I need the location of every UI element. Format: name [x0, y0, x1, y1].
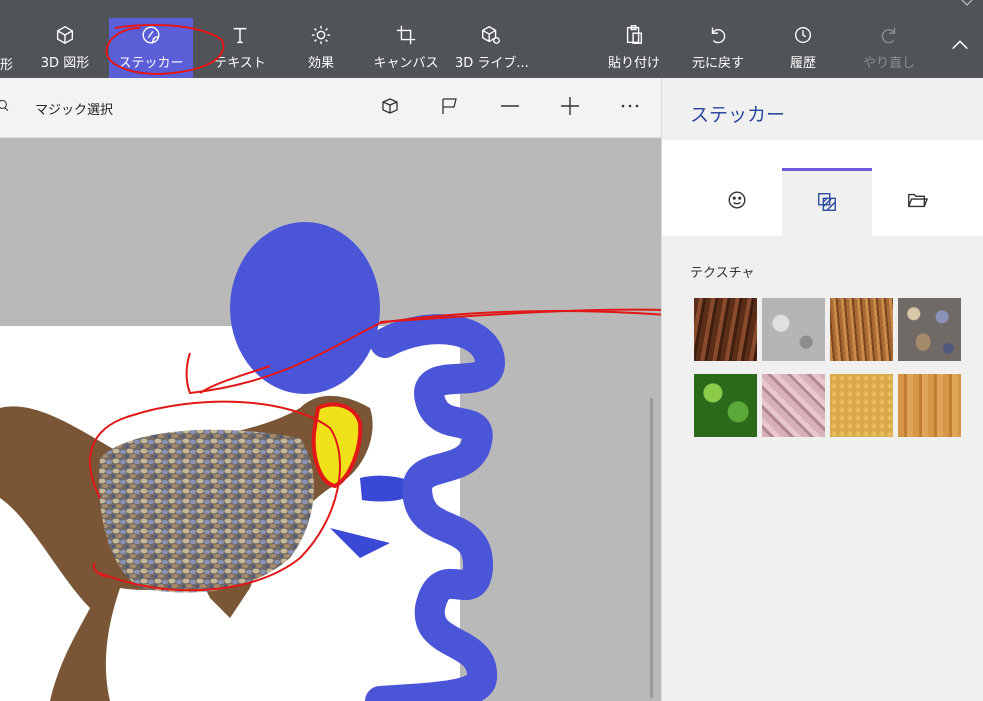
redo-button[interactable]: やり直し [858, 18, 920, 78]
stickers-panel: ステッカー テクスチャ [661, 78, 983, 701]
undo-button[interactable]: 元に戻す [685, 18, 751, 78]
plus-icon [560, 96, 580, 120]
texture-pebbles[interactable] [898, 298, 961, 361]
secondary-toolbar: マジック選択 [0, 78, 661, 138]
texture-bark[interactable] [694, 298, 757, 361]
drawing-canvas[interactable] [0, 138, 661, 701]
view-3d-icon [380, 96, 400, 120]
minus-icon [500, 96, 520, 120]
history-icon [775, 24, 831, 50]
sticker-icon [109, 24, 193, 50]
paste-label: 貼り付け [607, 56, 660, 71]
magic-select-label: マジック選択 [35, 102, 114, 118]
chevron-up-icon [942, 34, 978, 60]
undo-label: 元に戻す [691, 56, 744, 71]
canvas-scrollbar[interactable] [650, 398, 653, 698]
tab-textures[interactable] [782, 168, 872, 236]
view-3d-button[interactable] [380, 78, 400, 138]
magic-select-icon [0, 96, 16, 120]
library-icon [455, 24, 527, 50]
cube-icon [30, 24, 100, 50]
library-3d-label: 3D ライブ... [455, 56, 529, 71]
library-3d-button[interactable]: 3D ライブ... [455, 18, 529, 78]
texture-marble[interactable] [762, 374, 825, 437]
clipboard-icon [603, 24, 665, 50]
paste-button[interactable]: 貼り付け [603, 18, 665, 78]
history-button[interactable]: 履歴 [775, 18, 831, 78]
shapes-3d-label: 3D 図形 [40, 56, 90, 71]
folder-icon [906, 189, 929, 215]
sticker-tabs [662, 140, 983, 236]
flag-icon [440, 96, 460, 120]
crop-icon [372, 24, 440, 50]
shapes-3d-button[interactable]: 3D 図形 [30, 18, 100, 78]
blue-ellipse-shape[interactable] [230, 222, 380, 394]
collapse-toolbar-button[interactable] [942, 32, 978, 62]
canvas-scene [0, 222, 661, 701]
sun-icon [288, 24, 354, 50]
stickers-label: ステッカー [118, 56, 184, 71]
textures-section-label: テクスチャ [690, 266, 755, 281]
texture-hair[interactable] [830, 298, 893, 361]
more-icon [620, 96, 640, 120]
more-options-button[interactable] [620, 78, 640, 138]
close-window-icon[interactable] [961, 0, 973, 8]
texture-sand[interactable] [830, 374, 893, 437]
texture-wood[interactable] [898, 374, 961, 437]
magic-select-button[interactable]: マジック選択 [0, 78, 113, 138]
redo-label: やり直し [862, 56, 915, 71]
perspective-button[interactable] [440, 78, 460, 138]
history-label: 履歴 [789, 56, 816, 71]
toolbar-partial-label: 形 [0, 58, 14, 73]
panel-title: ステッカー [690, 104, 786, 126]
tab-custom[interactable] [872, 168, 962, 236]
canvas-button[interactable]: キャンバス [372, 18, 440, 78]
text-label: テキスト [214, 56, 266, 71]
tab-stickers[interactable] [692, 168, 782, 236]
texture-granite[interactable] [762, 298, 825, 361]
effects-button[interactable]: 効果 [288, 18, 354, 78]
text-icon [205, 24, 275, 50]
effects-label: 効果 [307, 56, 334, 71]
top-toolbar: 形 3D 図形 ステッカー テキスト 効果 キャンバス 3D ライブ... 貼り… [0, 0, 983, 78]
undo-icon [685, 24, 751, 50]
stickers-button[interactable]: ステッカー [109, 18, 193, 78]
texture-leaves[interactable] [694, 374, 757, 437]
redo-icon [858, 24, 920, 50]
zoom-out-button[interactable] [500, 78, 520, 138]
texture-icon [816, 191, 838, 217]
smiley-sticker-icon [726, 189, 748, 215]
text-button[interactable]: テキスト [205, 18, 275, 78]
canvas-label: キャンバス [373, 56, 439, 71]
zoom-in-button[interactable] [560, 78, 580, 138]
